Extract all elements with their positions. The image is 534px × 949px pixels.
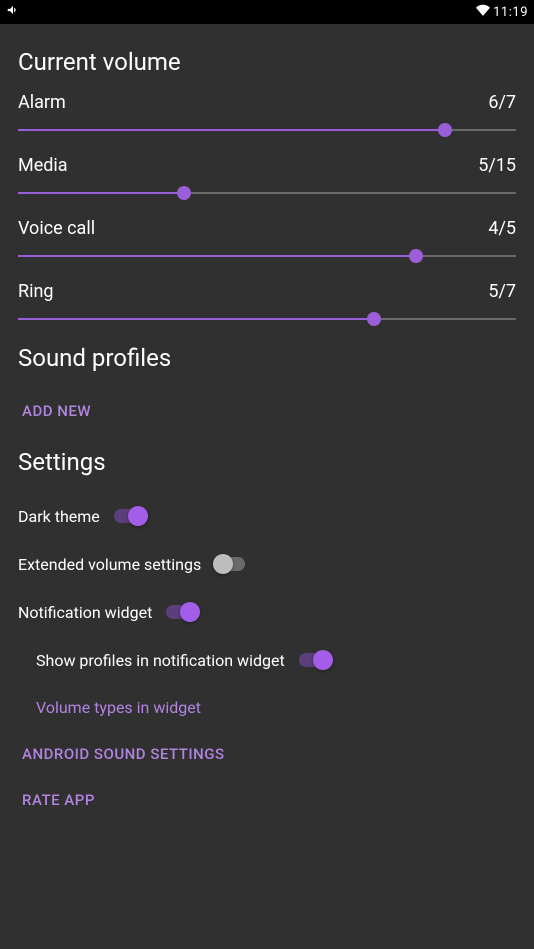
volume-label: Voice call (18, 218, 95, 239)
add-new-button[interactable]: ADD NEW (18, 388, 95, 434)
section-title-settings: Settings (18, 448, 516, 476)
setting-dark-theme[interactable]: Dark theme (18, 492, 516, 540)
setting-label: Dark theme (18, 507, 100, 526)
toggle-extended-volume[interactable] (215, 554, 249, 574)
section-title-sound-profiles: Sound profiles (18, 344, 516, 372)
setting-extended-volume[interactable]: Extended volume settings (18, 540, 516, 588)
toggle-notification-widget[interactable] (166, 602, 200, 622)
volume-slider[interactable] (18, 249, 516, 263)
volume-label: Media (18, 155, 68, 176)
volume-slider[interactable] (18, 186, 516, 200)
setting-label: Extended volume settings (18, 555, 201, 574)
setting-label: Show profiles in notification widget (36, 651, 285, 670)
volume-value: 5/7 (488, 281, 516, 302)
volume-label: Ring (18, 281, 54, 302)
setting-notification-widget[interactable]: Notification widget (18, 588, 516, 636)
volume-row-media: Media 5/15 (18, 155, 516, 200)
setting-label: Notification widget (18, 603, 152, 622)
volume-icon (6, 3, 20, 21)
volume-value: 6/7 (488, 92, 516, 113)
toggle-dark-theme[interactable] (114, 506, 148, 526)
status-time: 11:19 (493, 5, 528, 20)
wifi-icon (475, 3, 491, 21)
volume-slider[interactable] (18, 123, 516, 137)
volume-value: 5/15 (478, 155, 516, 176)
volume-row-voice-call: Voice call 4/5 (18, 218, 516, 263)
rate-app-button[interactable]: RATE APP (18, 777, 99, 823)
section-title-current-volume: Current volume (18, 48, 516, 76)
android-sound-settings-button[interactable]: ANDROID SOUND SETTINGS (18, 731, 229, 777)
status-bar: 11:19 (0, 0, 534, 24)
volume-slider[interactable] (18, 312, 516, 326)
volume-row-ring: Ring 5/7 (18, 281, 516, 326)
volume-types-link[interactable]: Volume types in widget (18, 684, 516, 731)
volume-label: Alarm (18, 92, 66, 113)
setting-show-profiles[interactable]: Show profiles in notification widget (18, 636, 516, 684)
toggle-show-profiles[interactable] (299, 650, 333, 670)
volume-value: 4/5 (488, 218, 516, 239)
volume-row-alarm: Alarm 6/7 (18, 92, 516, 137)
